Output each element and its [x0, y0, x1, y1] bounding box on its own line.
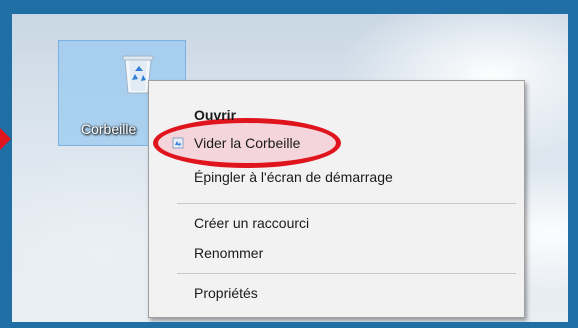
menu-separator	[177, 203, 516, 204]
menu-item-properties-label: Propriétés	[194, 285, 258, 301]
menu-item-properties[interactable]: Propriétés	[149, 279, 524, 307]
desktop[interactable]: Corbeille Ouvrir Vider la Corbeille Épin…	[12, 14, 568, 322]
menu-item-rename[interactable]: Renommer	[149, 239, 524, 267]
annotation-arrow	[0, 128, 11, 150]
context-menu: Ouvrir Vider la Corbeille Épingler à l'é…	[148, 80, 525, 318]
menu-item-create-shortcut-label: Créer un raccourci	[194, 215, 310, 231]
menu-item-pin-to-start[interactable]: Épingler à l'écran de démarrage	[149, 163, 524, 191]
menu-item-open-label: Ouvrir	[194, 107, 237, 123]
menu-item-rename-label: Renommer	[194, 245, 264, 261]
menu-item-empty-recycle-bin[interactable]: Vider la Corbeille	[149, 129, 524, 157]
menu-item-pin-to-start-label: Épingler à l'écran de démarrage	[194, 169, 393, 185]
recycle-small-icon	[172, 137, 184, 149]
menu-item-open[interactable]: Ouvrir	[149, 101, 524, 129]
menu-item-empty-recycle-bin-label: Vider la Corbeille	[194, 135, 301, 151]
menu-separator	[177, 273, 516, 274]
menu-item-create-shortcut[interactable]: Créer un raccourci	[149, 209, 524, 237]
